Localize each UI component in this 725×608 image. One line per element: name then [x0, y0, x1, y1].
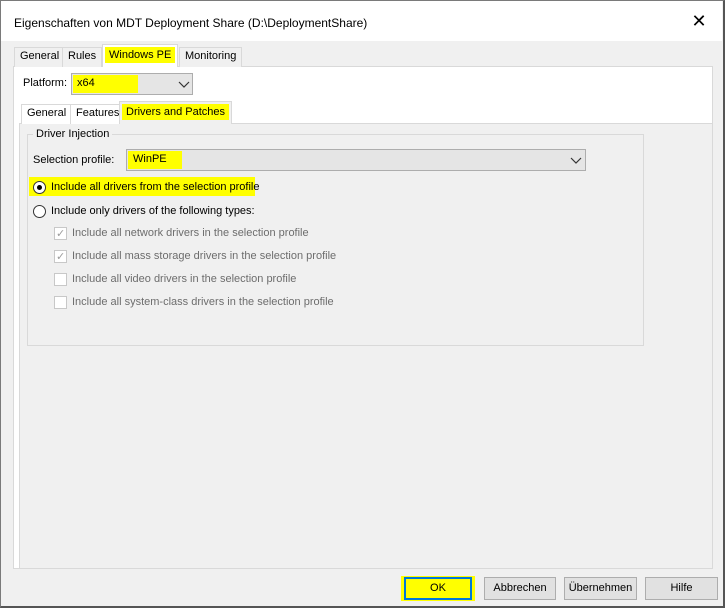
chevron-down-icon — [570, 157, 582, 164]
platform-value: x64 — [77, 77, 95, 89]
checkbox-video-drivers-label: Include all video drivers in the selecti… — [72, 273, 297, 285]
window-title: Eigenschaften von MDT Deployment Share (… — [14, 16, 368, 30]
checkbox-video-drivers[interactable] — [54, 273, 67, 286]
driver-injection-label: Driver Injection — [33, 128, 113, 140]
checkbox-network-drivers[interactable]: ✓ — [54, 227, 67, 240]
subtab-drivers-label: Drivers and Patches — [122, 104, 230, 120]
checkbox-network-drivers-label: Include all network drivers in the selec… — [72, 227, 309, 239]
subtab-drivers-and-patches[interactable]: Drivers and Patches — [119, 101, 233, 124]
checkbox-mass-storage-drivers[interactable]: ✓ — [54, 250, 67, 263]
platform-label: Platform: — [23, 77, 68, 89]
checkbox-system-class-drivers-label: Include all system-class drivers in the … — [72, 296, 334, 308]
tab-windows-pe-label: Windows PE — [105, 47, 176, 63]
selection-profile-value: WinPE — [133, 153, 167, 165]
cancel-button[interactable]: Abbrechen — [484, 577, 556, 600]
subtab-general[interactable]: General — [21, 104, 73, 124]
radio-include-all[interactable] — [33, 181, 46, 194]
radio-include-only-label: Include only drivers of the following ty… — [51, 205, 255, 217]
radio-include-only[interactable] — [33, 205, 46, 218]
tab-windows-pe[interactable]: Windows PE — [102, 44, 179, 67]
chevron-down-icon — [178, 81, 190, 88]
checkbox-system-class-drivers[interactable] — [54, 296, 67, 309]
subtab-features[interactable]: Features — [70, 104, 126, 124]
checkbox-mass-storage-drivers-label: Include all mass storage drivers in the … — [72, 250, 337, 262]
radio-include-all-label: Include all drivers from the selection p… — [51, 181, 260, 193]
ok-button[interactable]: OK — [404, 577, 472, 600]
tab-rules[interactable]: Rules — [62, 47, 103, 67]
tab-general[interactable]: General — [14, 47, 66, 67]
platform-select[interactable]: x64 — [71, 73, 193, 95]
tab-monitoring[interactable]: Monitoring — [179, 47, 243, 67]
selection-profile-select[interactable]: WinPE — [126, 149, 586, 171]
apply-button[interactable]: Übernehmen — [564, 577, 637, 600]
help-button[interactable]: Hilfe — [645, 577, 718, 600]
selection-profile-label: Selection profile: — [33, 154, 115, 166]
close-icon[interactable]: ✕ — [684, 8, 714, 34]
